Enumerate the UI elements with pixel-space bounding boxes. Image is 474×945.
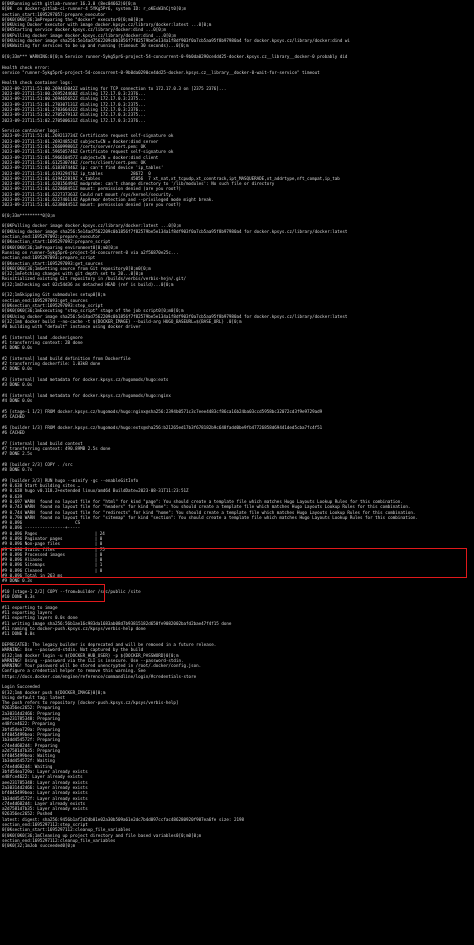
stats-prefix: #9 0.896: [2, 541, 23, 547]
stats-prefix: #9 0.896: [2, 530, 23, 536]
stats-value: 0: [99, 535, 103, 541]
pages-highlight-box: [1, 584, 105, 602]
warnings-highlight-box: [1, 548, 467, 578]
log-line: 0[0K0[32;1mJob succeeded0[0;m: [2, 843, 76, 849]
hugo-warnings: #9 0.697 WARN found no layout file for "…: [2, 499, 472, 520]
stats-prefix: #9 0.896: [2, 535, 23, 541]
job-log-header: 0[0KRunning with gitlab-runner 16.3.0 (8…: [2, 1, 472, 329]
docker-build-log: #1 [internal] load .dockerignore #1 trans…: [2, 329, 472, 499]
terminal-log: 0[0KRunning with gitlab-runner 16.3.0 (8…: [0, 0, 474, 945]
push-log: #10 [stage-1 2/2] COPY --from=builder /s…: [2, 584, 472, 849]
warning-line: #9 0.743 WARN found no layout file for "…: [2, 504, 411, 510]
stats-value: 24: [99, 530, 105, 536]
stats-value: 0: [99, 541, 103, 547]
